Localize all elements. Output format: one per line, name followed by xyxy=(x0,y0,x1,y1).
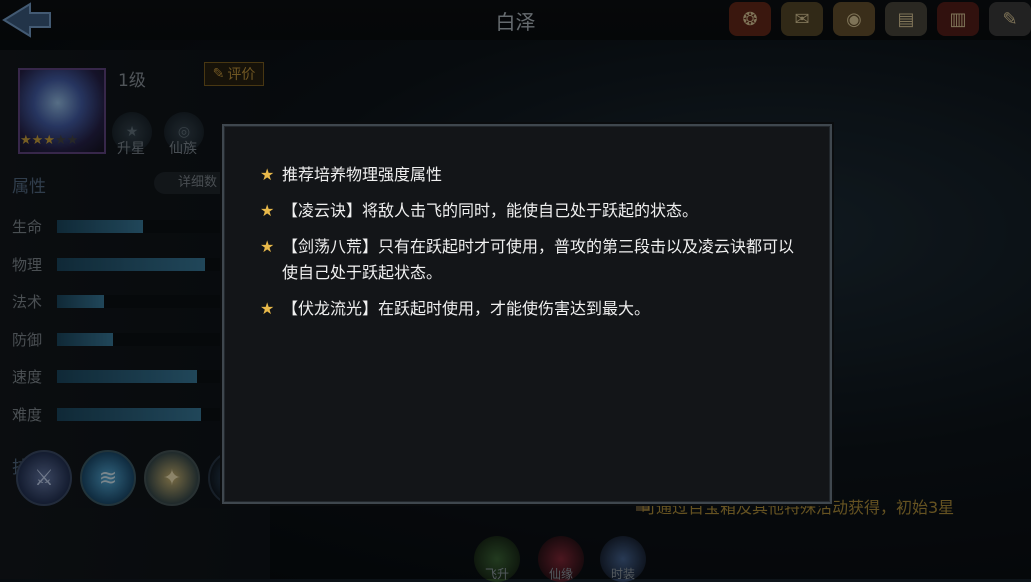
tip-text: 推荐培养物理强度属性 xyxy=(282,165,443,184)
tips-dialog: ★ 推荐培养物理强度属性 ★ 【凌云诀】将敌人击飞的同时，能使自己处于跃起的状态。 ★ 【… xyxy=(222,124,832,504)
tip-item: ★ 推荐培养物理强度属性 xyxy=(260,162,800,188)
star-icon: ★ xyxy=(260,299,275,318)
tip-text: 【伏龙流光】在跃起时使用，才能使伤害达到最大。 xyxy=(282,299,651,318)
tip-text: 【剑荡八荒】只有在跃起时才可使用，普攻的第三段击以及凌云诀都可以使自己处于跃起状… xyxy=(282,237,795,282)
star-icon: ★ xyxy=(260,165,275,184)
star-icon: ★ xyxy=(260,237,275,256)
tip-item: ★ 【剑荡八荒】只有在跃起时才可使用，普攻的第三段击以及凌云诀都可以使自己处于跃起… xyxy=(260,234,800,286)
tip-item: ★ 【凌云诀】将敌人击飞的同时，能使自己处于跃起的状态。 xyxy=(260,198,800,224)
tip-text: 【凌云诀】将敌人击飞的同时，能使自己处于跃起的状态。 xyxy=(282,201,699,220)
star-icon: ★ xyxy=(260,201,275,220)
tips-list: ★ 推荐培养物理强度属性 ★ 【凌云诀】将敌人击飞的同时，能使自己处于跃起的状态。 ★ 【… xyxy=(260,162,800,332)
tip-item: ★ 【伏龙流光】在跃起时使用，才能使伤害达到最大。 xyxy=(260,296,800,322)
